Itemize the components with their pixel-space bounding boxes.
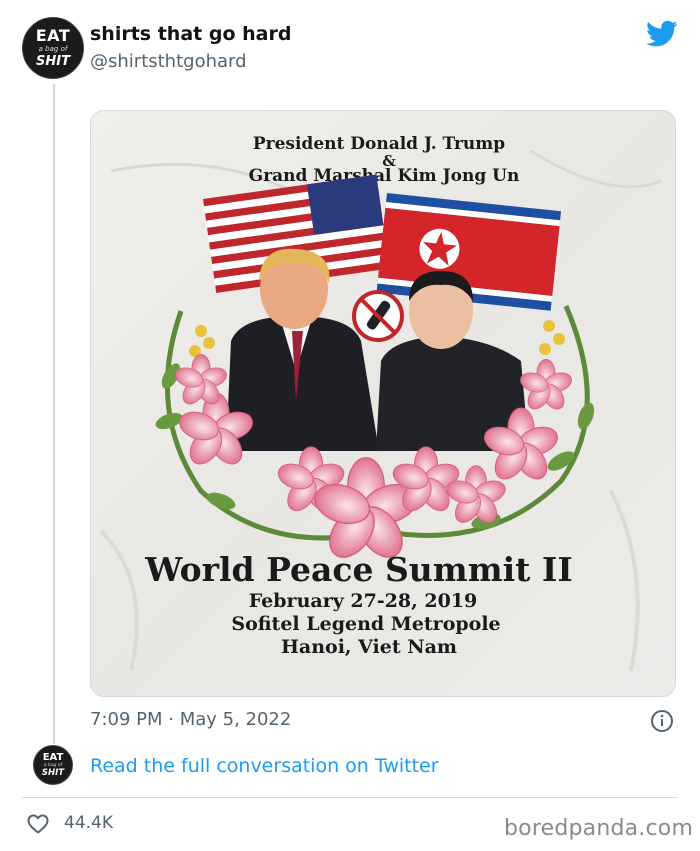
handle[interactable]: @shirtsthtgohard bbox=[90, 51, 247, 72]
heart-icon[interactable] bbox=[26, 812, 50, 836]
tweet-photo[interactable]: President Donald J. Trump & Grand Marsha… bbox=[90, 110, 676, 697]
avatar-text-eat: EAT bbox=[35, 26, 71, 45]
shirt-line-5: February 27-28, 2019 bbox=[249, 590, 478, 612]
shirt-line-6: Sofitel Legend Metropole bbox=[231, 613, 500, 635]
reply-avatar[interactable]: EAT a bag of SHIT bbox=[33, 745, 73, 785]
avatar-text-bag: a bag of bbox=[38, 45, 68, 53]
info-icon[interactable] bbox=[650, 709, 674, 733]
like-count[interactable]: 44.4K bbox=[64, 813, 113, 833]
avatar-text-eat: EAT bbox=[42, 751, 64, 763]
read-conversation-link[interactable]: Read the full conversation on Twitter bbox=[90, 755, 439, 777]
avatar-text-shit: SHIT bbox=[36, 54, 70, 69]
shirt-line-4: World Peace Summit II bbox=[144, 550, 573, 589]
shirt-line-3: Grand Marshal Kim Jong Un bbox=[249, 166, 520, 186]
shirt-image: President Donald J. Trump & Grand Marsha… bbox=[91, 111, 675, 696]
shirt-line-1: President Donald J. Trump bbox=[253, 134, 505, 154]
shirt-line-7: Hanoi, Viet Nam bbox=[281, 636, 457, 658]
display-name[interactable]: shirts that go hard bbox=[90, 23, 291, 45]
divider bbox=[22, 797, 678, 798]
no-nukes-symbol bbox=[352, 290, 404, 342]
avatar-text-shit: SHIT bbox=[41, 768, 65, 778]
thread-line bbox=[53, 84, 55, 744]
timestamp[interactable]: 7:09 PM · May 5, 2022 bbox=[90, 709, 291, 730]
twitter-bird-icon[interactable] bbox=[646, 20, 678, 48]
watermark: boredpanda.com bbox=[504, 816, 694, 841]
avatar[interactable]: EAT a bag of SHIT bbox=[22, 17, 84, 79]
tweet-card: EAT a bag of SHIT shirts that go hard @s… bbox=[0, 0, 700, 851]
